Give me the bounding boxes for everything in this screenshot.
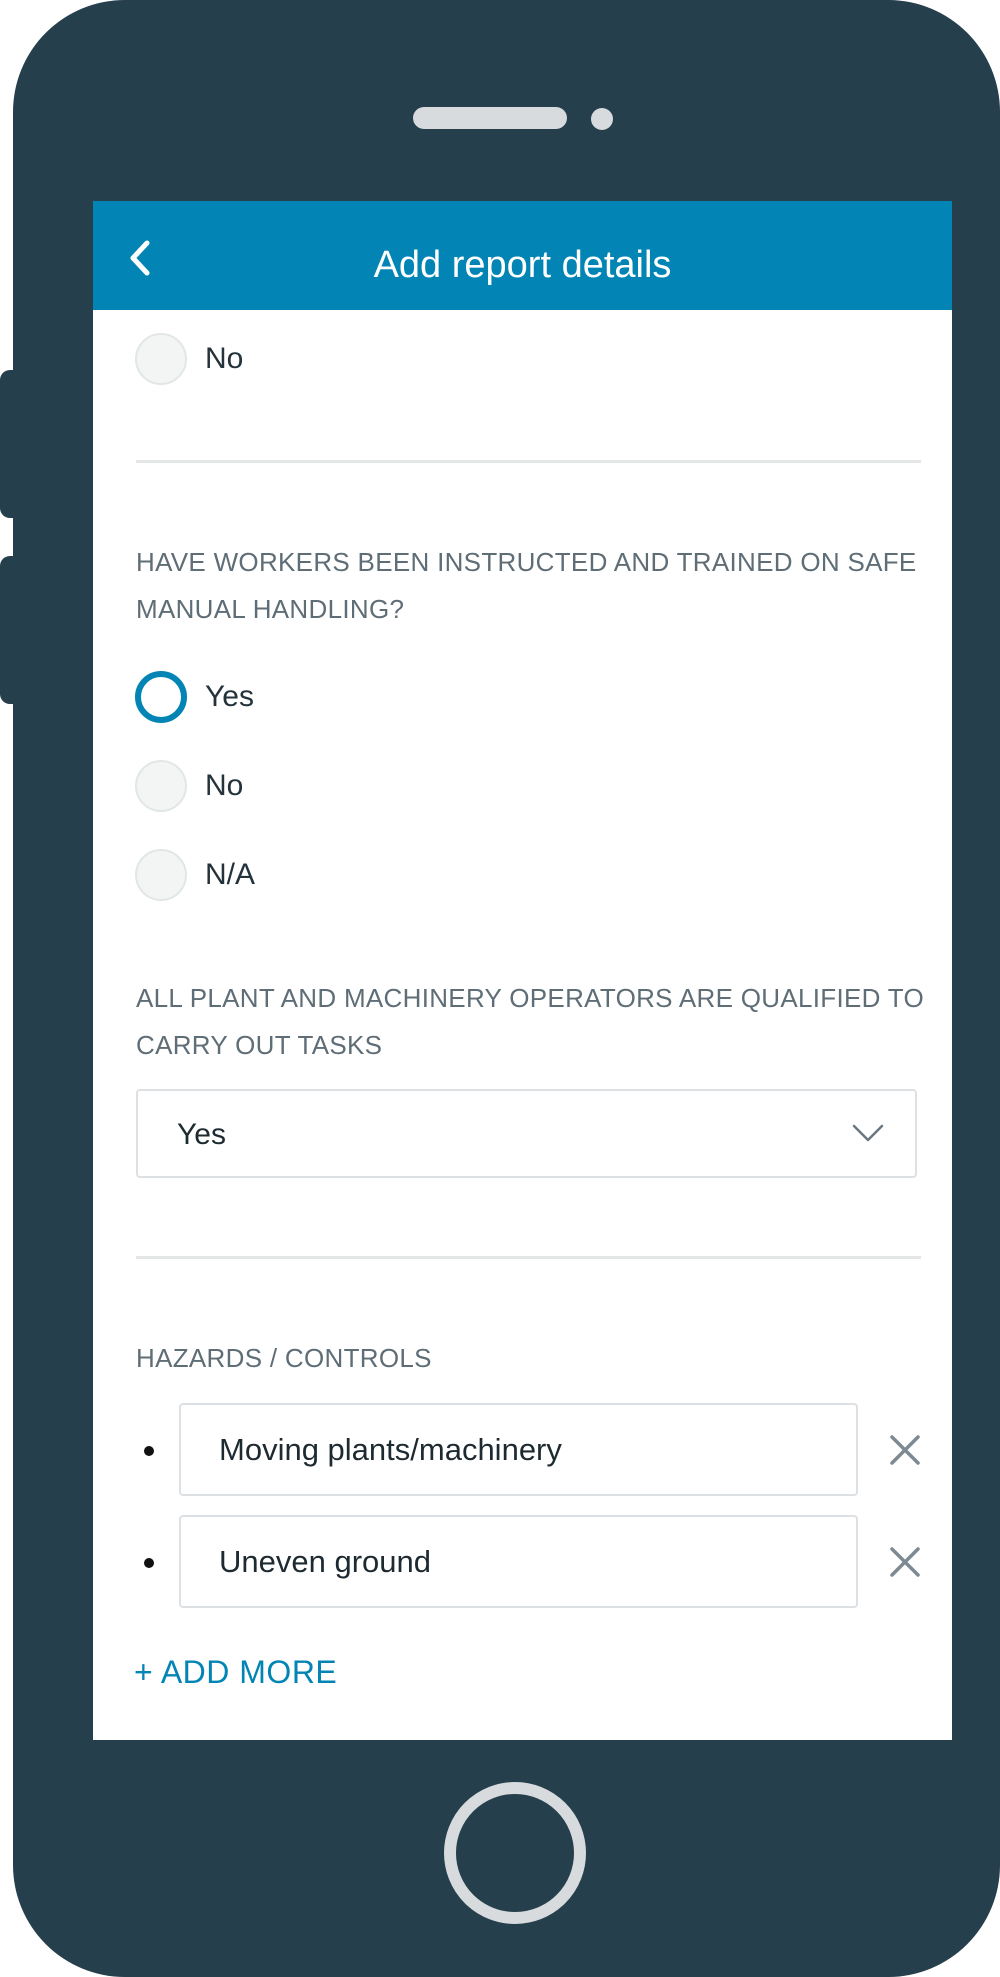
radio-label: No xyxy=(205,769,244,802)
radio-option-no-previous[interactable]: No xyxy=(135,333,435,385)
hazards-controls-label: HAZARDS / CONTROLS xyxy=(136,1343,432,1373)
radio-label: N/A xyxy=(205,858,256,891)
close-icon xyxy=(890,1435,920,1465)
question-manual-handling: HAVE WORKERS BEEN INSTRUCTED AND TRAINED… xyxy=(136,547,917,624)
radio-button[interactable] xyxy=(135,333,187,385)
remove-hazard-button[interactable] xyxy=(888,1545,922,1579)
app-screen: Add report details No HAVE WORKERS BEEN … xyxy=(93,201,952,1740)
list-bullet xyxy=(144,1446,154,1456)
radio-label: Yes xyxy=(205,680,254,713)
select-value: Yes xyxy=(177,1118,226,1151)
phone-frame: Add report details No HAVE WORKERS BEEN … xyxy=(13,0,1000,1977)
radio-option-yes[interactable]: Yes xyxy=(135,671,435,723)
page-title: Add report details xyxy=(373,244,672,286)
operators-qualified-select[interactable]: Yes xyxy=(136,1089,917,1178)
phone-speaker xyxy=(413,107,567,129)
section-divider xyxy=(136,1256,921,1259)
section-divider xyxy=(136,460,921,463)
close-icon xyxy=(890,1547,920,1577)
remove-hazard-button[interactable] xyxy=(888,1433,922,1467)
hazard-input[interactable] xyxy=(179,1515,858,1608)
radio-option-na[interactable]: N/A xyxy=(135,849,435,901)
app-bar: Add report details xyxy=(93,201,952,310)
radio-option-no[interactable]: No xyxy=(135,760,435,812)
list-bullet xyxy=(144,1558,154,1568)
radio-button[interactable] xyxy=(135,849,187,901)
chevron-down-icon xyxy=(852,1124,884,1142)
radio-button-selected[interactable] xyxy=(135,671,187,723)
hazard-input[interactable] xyxy=(179,1403,858,1496)
radio-label: No xyxy=(205,342,244,375)
question-operators-qualified: ALL PLANT AND MACHINERY OPERATORS ARE QU… xyxy=(136,983,925,1060)
volume-up-button xyxy=(0,370,18,518)
volume-down-button xyxy=(0,556,18,704)
add-more-button[interactable]: + ADD MORE xyxy=(134,1651,337,1693)
radio-button[interactable] xyxy=(135,760,187,812)
home-button[interactable] xyxy=(444,1782,586,1924)
phone-camera xyxy=(591,108,613,130)
